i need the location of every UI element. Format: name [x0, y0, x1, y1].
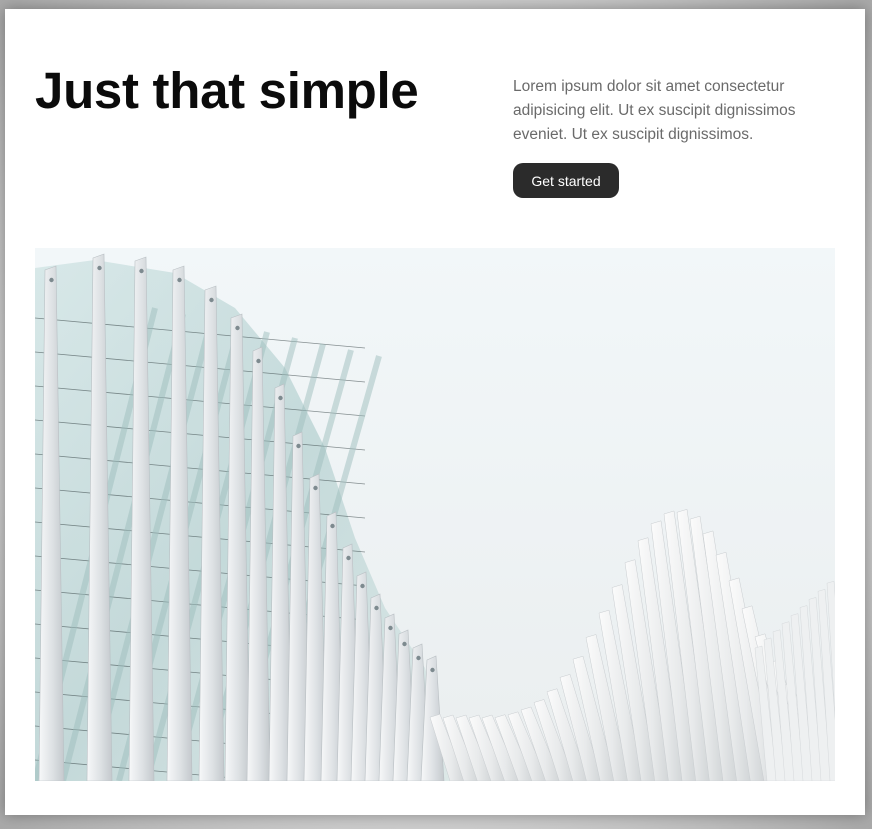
fin-joint [313, 485, 318, 491]
intro-paragraph: Lorem ipsum dolor sit amet consectetur a… [513, 78, 796, 143]
architecture-illustration [35, 248, 835, 781]
fin-joint [388, 625, 393, 631]
hero-image [35, 248, 835, 781]
get-started-button[interactable]: Get started [513, 163, 619, 198]
fin-joint [177, 277, 182, 283]
fin-joint [235, 325, 240, 331]
page-background: Just that simple Lorem ipsum dolor sit a… [0, 0, 872, 829]
fin-joint [139, 268, 144, 274]
fin-joint [209, 297, 214, 303]
fin-joint [416, 655, 421, 661]
fin-joint [330, 523, 335, 529]
fin-joint [402, 641, 407, 647]
hero-card: Just that simple Lorem ipsum dolor sit a… [5, 9, 865, 815]
fin-joint [346, 555, 351, 561]
fin-joint [296, 443, 301, 449]
fin-joint [278, 395, 283, 401]
page-title: Just that simple [35, 62, 419, 119]
fin-joint [97, 265, 102, 271]
fin-joint [256, 358, 261, 364]
fin-joint [430, 667, 435, 673]
fin-joint [374, 605, 379, 611]
fin-joint [49, 277, 54, 283]
fin-joint [360, 583, 365, 589]
